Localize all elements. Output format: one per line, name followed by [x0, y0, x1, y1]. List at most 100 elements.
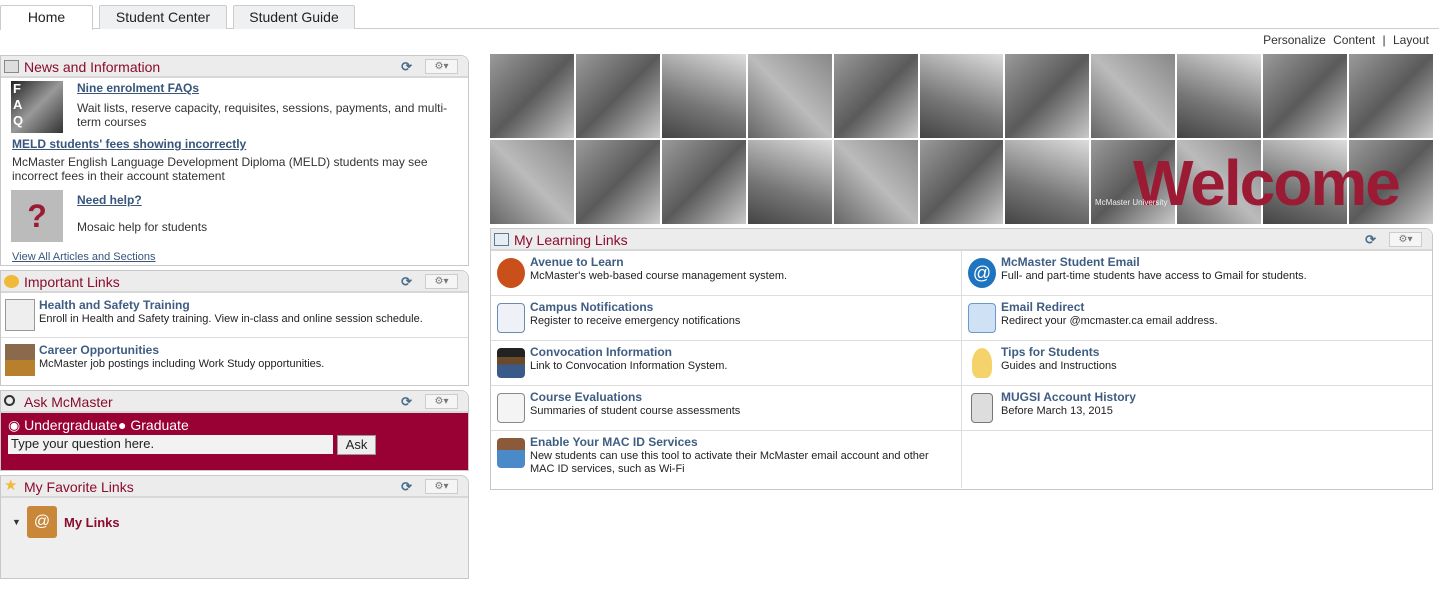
user-wrench-icon — [497, 438, 525, 468]
gear-menu-icon[interactable]: ⚙▾ — [425, 274, 458, 289]
personalize-content-link[interactable]: Content — [1333, 33, 1375, 47]
banner-photo — [747, 54, 832, 138]
link-title[interactable]: MUGSI Account History — [1001, 390, 1136, 404]
gear-menu-icon[interactable]: ⚙▾ — [1389, 232, 1422, 247]
banner-photo — [1005, 140, 1090, 224]
link-desc: McMaster job postings including Work Stu… — [39, 358, 325, 370]
learning-link-tips[interactable]: Tips for Students Guides and Instructions — [962, 341, 1432, 386]
banner-photo — [1091, 54, 1176, 138]
link-desc: Summaries of student course assessments — [530, 405, 741, 417]
panel-title: Ask McMaster — [24, 394, 113, 410]
banner-photo — [490, 54, 574, 138]
banner-photo — [490, 140, 574, 224]
lightbulb-icon — [972, 348, 992, 378]
refresh-icon[interactable]: ⟳ — [401, 59, 412, 75]
radio-graduate[interactable]: ● Graduate — [118, 417, 189, 433]
learning-link-evaluations[interactable]: Course Evaluations Summaries of student c… — [491, 386, 962, 431]
banner-photo — [575, 140, 660, 224]
view-all-articles-link[interactable]: View All Articles and Sections — [12, 251, 155, 263]
gear-menu-icon[interactable]: ⚙▾ — [425, 394, 458, 409]
banner-photo — [575, 54, 660, 138]
panel-title: Important Links — [24, 274, 120, 290]
tab-bar: Home Student Center Student Guide — [0, 5, 1439, 30]
ask-button[interactable]: Ask — [337, 435, 376, 455]
star-icon: ★ — [4, 477, 18, 494]
link-title[interactable]: Avenue to Learn — [530, 255, 624, 269]
link-desc: Guides and Instructions — [1001, 360, 1117, 372]
link-desc: Before March 13, 2015 — [1001, 405, 1113, 417]
link-title[interactable]: Tips for Students — [1001, 345, 1099, 359]
tab-student-guide[interactable]: Student Guide — [233, 5, 355, 29]
link-title[interactable]: Health and Safety Training — [39, 298, 190, 312]
news-desc: McMaster English Language Development Di… — [12, 155, 428, 183]
banner-photo — [1177, 54, 1262, 138]
link-desc: Link to Convocation Information System. — [530, 360, 728, 372]
news-link-meld[interactable]: MELD students' fees showing incorrectly — [12, 137, 246, 151]
news-link-faq[interactable]: Nine enrolment FAQs — [77, 81, 199, 95]
news-desc: Wait lists, reserve capacity, requisites… — [77, 101, 448, 129]
calculator-icon — [971, 393, 993, 423]
checklist-icon — [497, 303, 525, 333]
personalize-label: Personalize — [1263, 33, 1326, 47]
panel-title: My Learning Links — [514, 232, 628, 248]
link-title[interactable]: Career Opportunities — [39, 343, 159, 357]
banner-photo — [833, 140, 918, 224]
news-panel: News and Information ⟳ ⚙▾ FAQ Nine enrolme… — [0, 55, 469, 266]
link-title[interactable]: Campus Notifications — [530, 300, 653, 314]
gear-menu-icon[interactable]: ⚙▾ — [425, 59, 458, 74]
career-briefcase-icon — [5, 344, 35, 376]
refresh-icon[interactable]: ⟳ — [401, 479, 412, 495]
learning-link-avenue[interactable]: Avenue to Learn McMaster's web-based cour… — [491, 251, 962, 296]
expand-triangle-icon[interactable]: ▼ — [12, 517, 21, 527]
learning-link-notifications[interactable]: Campus Notifications Register to receive … — [491, 296, 962, 341]
question-input[interactable]: Type your question here. — [8, 435, 333, 454]
tab-home[interactable]: Home — [0, 5, 93, 30]
radio-label: Graduate — [130, 417, 189, 433]
refresh-icon[interactable]: ⟳ — [401, 274, 412, 290]
link-desc: Enroll in Health and Safety training. Vi… — [39, 313, 423, 325]
link-title[interactable]: Email Redirect — [1001, 300, 1084, 314]
address-book-icon: @ — [27, 506, 57, 538]
banner-photo — [661, 54, 746, 138]
safety-form-icon — [5, 299, 35, 331]
award-ribbon-icon — [4, 275, 19, 288]
link-title[interactable]: Convocation Information — [530, 345, 672, 359]
learning-link-email[interactable]: @ McMaster Student Email Full- and part-ti… — [962, 251, 1432, 296]
learning-link-redirect[interactable]: Email Redirect Redirect your @mcmaster.ca… — [962, 296, 1432, 341]
envelope-icon — [968, 303, 996, 333]
link-desc: McMaster's web-based course management s… — [530, 270, 788, 282]
link-title[interactable]: Enable Your MAC ID Services — [530, 435, 698, 449]
list-item[interactable]: Health and Safety Training Enroll in Heal… — [1, 293, 468, 338]
graduate-icon — [497, 348, 525, 378]
learning-link-mugsi[interactable]: MUGSI Account History Before March 13, 20… — [962, 386, 1432, 431]
radio-undergraduate[interactable]: ◉ Undergraduate — [8, 417, 118, 434]
gear-menu-icon[interactable]: ⚙▾ — [425, 479, 458, 494]
news-icon — [4, 60, 19, 73]
my-links-folder[interactable]: My Links — [64, 515, 120, 530]
apple-icon — [497, 258, 525, 288]
link-desc: Redirect your @mcmaster.ca email address… — [1001, 315, 1218, 327]
ask-mcmaster-panel: Ask McMaster ⟳ ⚙▾ ◉ Undergraduate ● Gradua… — [0, 390, 469, 471]
news-desc: Mosaic help for students — [77, 220, 208, 234]
link-desc: Full- and part-time students have access… — [1001, 270, 1307, 282]
link-title[interactable]: Course Evaluations — [530, 390, 642, 404]
refresh-icon[interactable]: ⟳ — [401, 394, 412, 410]
banner-photo — [661, 140, 746, 224]
list-item[interactable]: Career Opportunities McMaster job posting… — [1, 338, 468, 383]
tab-student-center[interactable]: Student Center — [99, 5, 227, 29]
panel-title: News and Information — [24, 59, 161, 75]
link-title[interactable]: McMaster Student Email — [1001, 255, 1140, 269]
banner-photo — [919, 54, 1004, 138]
help-question-image: ? — [11, 190, 63, 242]
personalize-layout-link[interactable]: Layout — [1393, 33, 1429, 47]
banner-photo — [747, 140, 832, 224]
documents-icon — [494, 233, 509, 246]
learning-link-macid[interactable]: Enable Your MAC ID Services New students … — [491, 431, 962, 488]
learning-link-convocation[interactable]: Convocation Information Link to Convocati… — [491, 341, 962, 386]
banner-photo — [1263, 54, 1348, 138]
separator: | — [1382, 33, 1386, 47]
refresh-icon[interactable]: ⟳ — [1365, 232, 1376, 248]
news-link-help[interactable]: Need help? — [77, 193, 142, 207]
favorite-links-panel: ★ My Favorite Links ⟳ ⚙▾ ▼ @ My Links — [0, 475, 469, 579]
banner-photo — [1005, 54, 1090, 138]
